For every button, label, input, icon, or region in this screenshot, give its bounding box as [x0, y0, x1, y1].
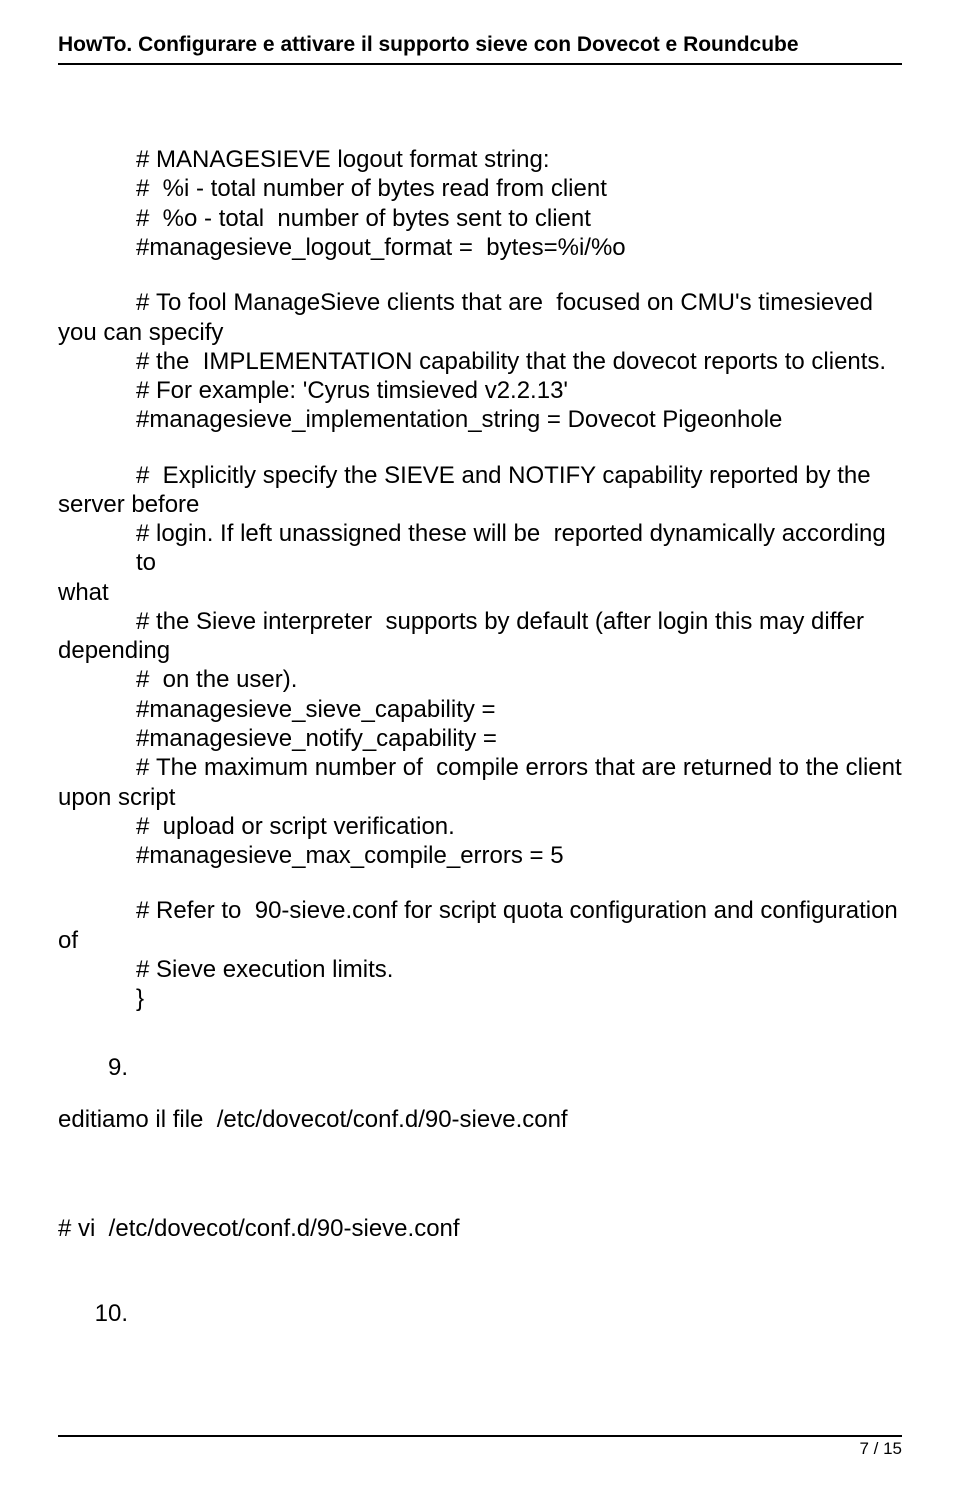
command-line: # vi /etc/dovecot/conf.d/90-sieve.conf: [58, 1214, 902, 1243]
step-10-marker: 10.: [88, 1299, 128, 1328]
config-line: what: [58, 578, 902, 607]
page-header: HowTo. Configurare e attivare il support…: [58, 32, 902, 57]
config-line: # the Sieve interpreter supports by defa…: [58, 607, 902, 636]
config-line: depending: [58, 636, 902, 665]
config-line: server before: [58, 490, 902, 519]
config-line: # MANAGESIEVE logout format string:: [58, 145, 902, 174]
page-title: HowTo. Configurare e attivare il support…: [58, 33, 799, 56]
header-rule: [58, 63, 902, 65]
content: # MANAGESIEVE logout format string: # %i…: [58, 105, 902, 1328]
config-line: #managesieve_logout_format = bytes=%i/%o: [58, 233, 902, 262]
step-9-marker: 9.: [88, 1053, 128, 1082]
step-9: 9.: [58, 1053, 902, 1082]
config-line: # upload or script verification.: [58, 812, 902, 841]
config-line: #managesieve_max_compile_errors = 5: [58, 841, 902, 870]
config-line: # login. If left unassigned these will b…: [58, 519, 902, 578]
config-line: # the IMPLEMENTATION capability that the…: [58, 347, 902, 376]
config-line: }: [58, 984, 902, 1013]
config-line: # For example: 'Cyrus timsieved v2.2.13': [58, 376, 902, 405]
config-line: you can specify: [58, 318, 902, 347]
config-line: # Refer to 90-sieve.conf for script quot…: [58, 896, 902, 925]
page-footer: 7 / 15: [58, 1435, 902, 1459]
config-line: #managesieve_sieve_capability =: [58, 695, 902, 724]
step-10: 10.: [58, 1299, 902, 1328]
config-line: # The maximum number of compile errors t…: [58, 753, 902, 782]
page-number: 7 / 15: [58, 1439, 902, 1459]
page: HowTo. Configurare e attivare il support…: [0, 0, 960, 1487]
config-line: #managesieve_implementation_string = Dov…: [58, 405, 902, 434]
config-line: upon script: [58, 783, 902, 812]
config-line: # %o - total number of bytes sent to cli…: [58, 204, 902, 233]
config-line: # To fool ManageSieve clients that are f…: [58, 288, 902, 317]
step-9-text: editiamo il file /etc/dovecot/conf.d/90-…: [58, 1105, 902, 1134]
config-line: of: [58, 926, 902, 955]
config-line: # on the user).: [58, 665, 902, 694]
config-line: #managesieve_notify_capability =: [58, 724, 902, 753]
config-line: # Sieve execution limits.: [58, 955, 902, 984]
config-line: # Explicitly specify the SIEVE and NOTIF…: [58, 461, 902, 490]
footer-rule: [58, 1435, 902, 1437]
config-line: # %i - total number of bytes read from c…: [58, 174, 902, 203]
